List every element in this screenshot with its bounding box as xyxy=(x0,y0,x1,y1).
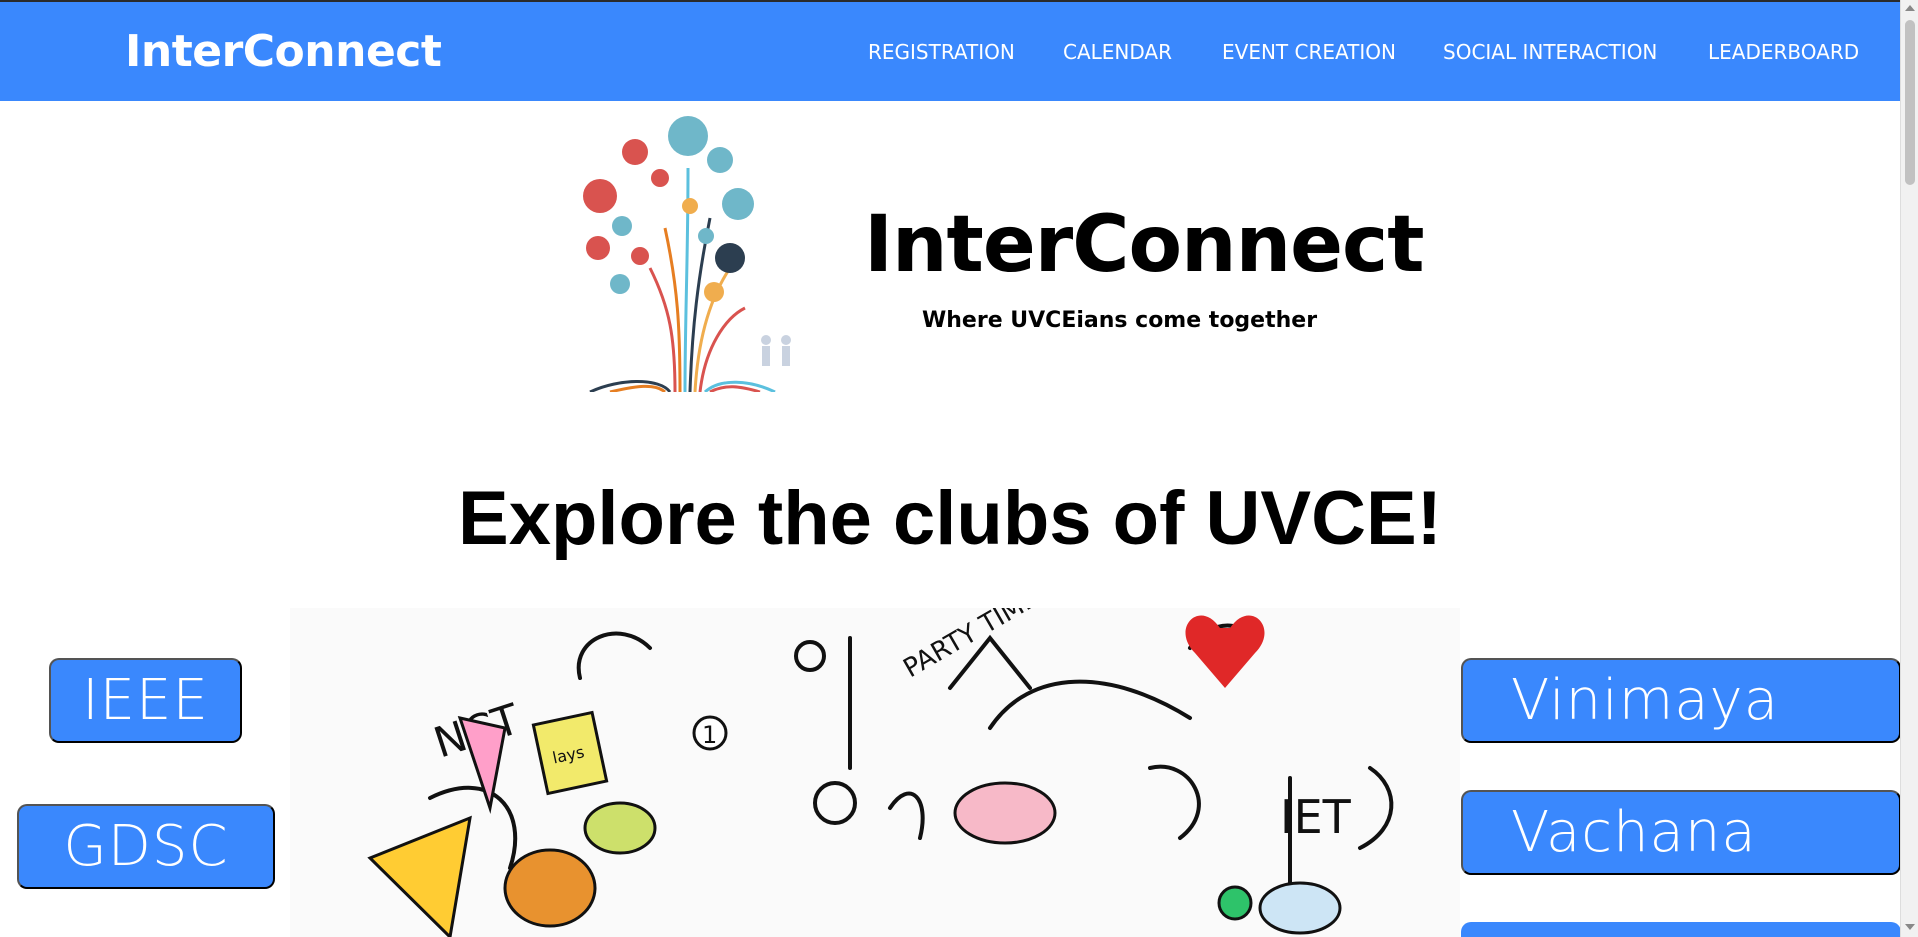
knowledge-tree-logo xyxy=(583,116,791,392)
scroll-up-icon[interactable] xyxy=(1905,5,1915,11)
top-navbar: InterConnect REGISTRATION CALENDAR EVENT… xyxy=(0,0,1900,101)
hero-title: InterConnect xyxy=(864,200,1425,290)
nav-link-leaderboard[interactable]: LEADERBOARD xyxy=(1708,40,1859,64)
page-scrollbar[interactable] xyxy=(1900,0,1918,937)
doodle-label-iet: IET xyxy=(1280,790,1352,844)
nav-link-calendar[interactable]: CALENDAR xyxy=(1063,40,1172,64)
scroll-thumb[interactable] xyxy=(1905,20,1915,185)
nav-link-registration[interactable]: REGISTRATION xyxy=(868,40,1015,64)
brand-logo-text[interactable]: InterConnect xyxy=(125,26,442,77)
club-button-vinimaya[interactable]: Vinimaya xyxy=(1461,658,1901,743)
clubs-heading: Explore the clubs of UVCE! xyxy=(458,476,1442,561)
club-button-ieee[interactable]: IEEE xyxy=(49,658,242,743)
doodle-label-medal: 1 xyxy=(702,721,717,749)
doodle-label-party: PARTY TIME xyxy=(899,608,1044,684)
club-button-gdsc[interactable]: GDSC xyxy=(17,804,275,889)
hero-tagline: Where UVCEians come together xyxy=(922,308,1318,333)
nav-link-social-interaction[interactable]: SOCIAL INTERACTION xyxy=(1443,40,1657,64)
club-button-vachana[interactable]: Vachana xyxy=(1461,790,1901,875)
club-button-partial[interactable] xyxy=(1461,922,1901,937)
nav-link-event-creation[interactable]: EVENT CREATION xyxy=(1222,40,1396,64)
scroll-down-icon[interactable] xyxy=(1905,924,1915,930)
clubs-doodle-image: NCT IET PARTY TIME lays 1 xyxy=(290,608,1460,937)
